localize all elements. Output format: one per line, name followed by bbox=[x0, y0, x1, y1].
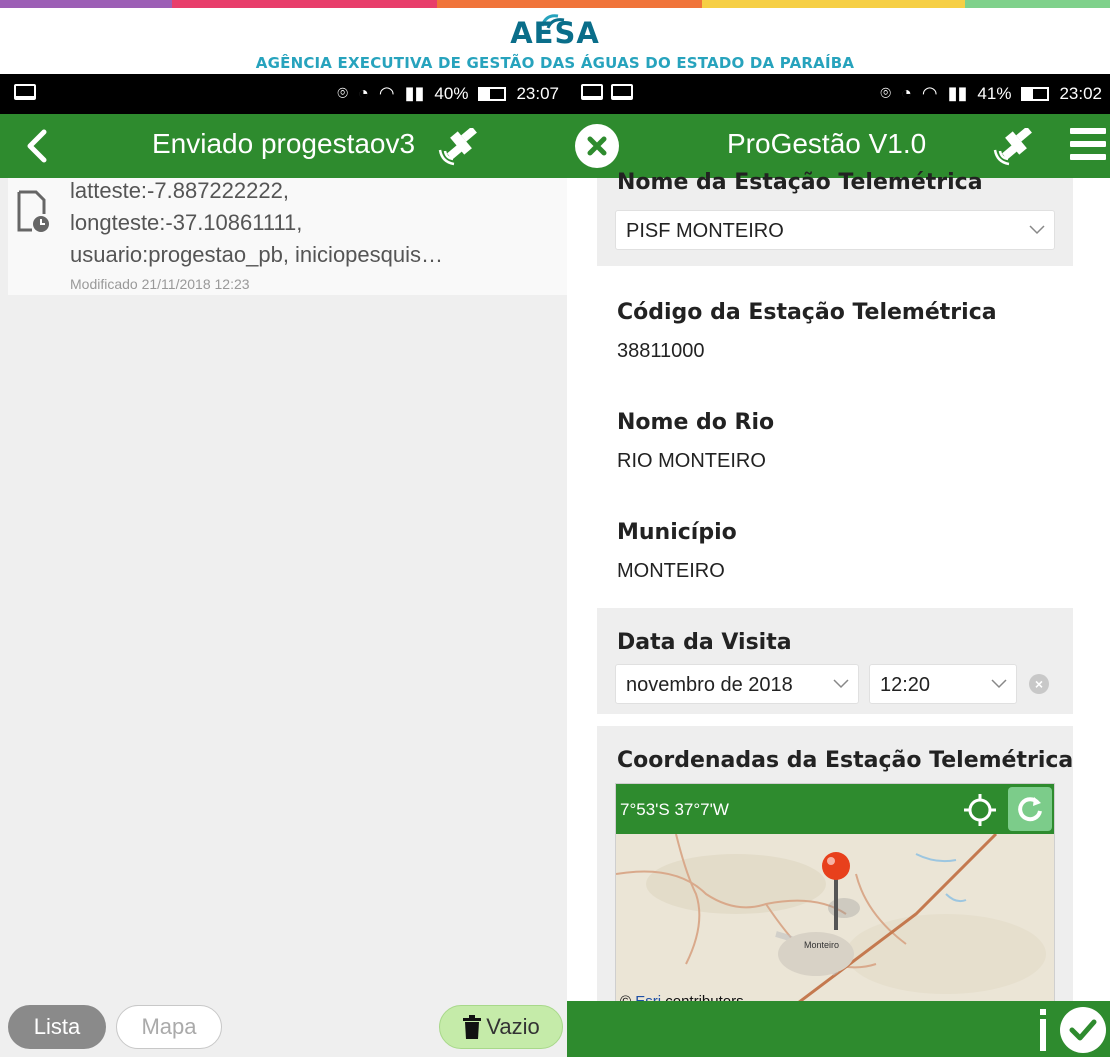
map-header: 7°53'S 37°7'W bbox=[616, 784, 1054, 834]
list-item[interactable]: latteste:-7.887222222, longteste:-37.108… bbox=[8, 178, 567, 295]
map-view-label: Mapa bbox=[141, 1014, 197, 1039]
refresh-button[interactable] bbox=[1008, 787, 1052, 831]
list-item-line3: usuario:progestao_pb, iniciopesquis… bbox=[70, 242, 444, 267]
status-bar: ⌾ ◔ ◠ ▮▮ 41% 23:02 bbox=[567, 74, 1110, 114]
city-value: MONTEIRO bbox=[617, 560, 725, 582]
river-value: RIO MONTEIRO bbox=[617, 450, 766, 472]
list-view-label: Lista bbox=[33, 1014, 81, 1039]
station-code-value: 38811000 bbox=[617, 340, 705, 362]
app-bar-title: Enviado progestaov3 bbox=[152, 128, 416, 159]
list-item-line2: longteste:-37.10861111, bbox=[70, 210, 303, 235]
signal-icon: ▮▮ bbox=[947, 83, 968, 103]
trash-icon bbox=[463, 1015, 482, 1039]
list-item-modified: Modificado 21/11/2018 12:23 bbox=[70, 276, 250, 292]
battery-percent: 41% bbox=[977, 83, 1012, 103]
app-bar: ProGestão V1.0 bbox=[567, 114, 1110, 178]
coords-label: Coordenadas da Estação Telemétrica bbox=[617, 748, 1074, 773]
map-canvas[interactable]: Monteiro © Esri contributors bbox=[616, 832, 1054, 1010]
chevron-left-icon[interactable] bbox=[22, 128, 52, 164]
close-circle-icon[interactable] bbox=[575, 124, 619, 168]
location-icon: ⌾ bbox=[337, 83, 349, 103]
map-pin-icon[interactable] bbox=[822, 852, 850, 880]
submit-check-button[interactable] bbox=[1060, 1007, 1106, 1053]
station-name-select[interactable]: PISF MONTEIRO bbox=[615, 210, 1055, 250]
map-view-button[interactable]: Mapa bbox=[116, 1005, 222, 1049]
alarm-icon: ◔ bbox=[358, 83, 369, 103]
screenshot-root: AESA AGÊNCIA EXECUTIVA DE GESTÃO DAS ÁGU… bbox=[0, 0, 1110, 1057]
app-bar: Enviado progestaov3 bbox=[0, 114, 567, 178]
refresh-icon bbox=[1018, 797, 1042, 822]
signal-icon: ▮▮ bbox=[404, 83, 425, 103]
logo-text: AESA bbox=[510, 16, 600, 50]
visit-time-select[interactable]: 12:20 bbox=[869, 664, 1017, 704]
wifi-icon: ◠ bbox=[921, 83, 938, 103]
battery-icon bbox=[1021, 86, 1050, 101]
left-screen: ⌾ ◔ ◠ ▮▮ 40% 23:07 Enviado progestaov3 l… bbox=[0, 74, 567, 1057]
location-icon: ⌾ bbox=[880, 83, 892, 103]
map-coords: 7°53'S 37°7'W bbox=[620, 800, 729, 819]
visit-date-value: novembro de 2018 bbox=[626, 674, 793, 696]
chevron-down-icon bbox=[833, 679, 849, 689]
station-name-value: PISF MONTEIRO bbox=[626, 220, 784, 242]
visit-time-value: 12:20 bbox=[880, 674, 931, 696]
station-code-label: Código da Estação Telemétrica bbox=[617, 300, 997, 325]
screen-cast-icon bbox=[611, 84, 633, 100]
status-bar: ⌾ ◔ ◠ ▮▮ 40% 23:07 bbox=[0, 74, 567, 114]
list-item-line1: latteste:-7.887222222, bbox=[70, 178, 289, 203]
clear-date-icon[interactable]: × bbox=[1029, 674, 1049, 694]
battery-percent: 40% bbox=[434, 83, 469, 103]
visit-date-select[interactable]: novembro de 2018 bbox=[615, 664, 859, 704]
map-tiles: Monteiro bbox=[616, 832, 1054, 1010]
empty-button[interactable]: Vazio bbox=[439, 1005, 563, 1049]
gps-target-icon[interactable] bbox=[962, 792, 998, 828]
wifi-icon: ◠ bbox=[378, 83, 395, 103]
satellite-icon[interactable] bbox=[991, 128, 1037, 168]
rainbow-strip bbox=[0, 0, 1110, 8]
screen-cast-icon bbox=[14, 84, 36, 100]
station-name-label: Nome da Estação Telemétrica bbox=[617, 170, 983, 195]
alarm-icon: ◔ bbox=[901, 83, 912, 103]
map-widget[interactable]: 7°53'S 37°7'W Monteiro bbox=[615, 783, 1055, 1011]
form-area: Nome da Estação Telemétrica PISF MONTEIR… bbox=[567, 170, 1110, 1011]
agency-subtitle: AGÊNCIA EXECUTIVA DE GESTÃO DAS ÁGUAS DO… bbox=[255, 54, 855, 72]
chevron-down-icon bbox=[991, 679, 1007, 689]
check-icon bbox=[1069, 1019, 1097, 1041]
river-label: Nome do Rio bbox=[617, 410, 775, 435]
right-bottom-bar bbox=[567, 1001, 1110, 1057]
right-screen: ⌾ ◔ ◠ ▮▮ 41% 23:02 ProGestão V1.0 Nome d… bbox=[567, 74, 1110, 1057]
satellite-icon[interactable] bbox=[436, 128, 482, 168]
app-bar-title: ProGestão V1.0 bbox=[727, 128, 927, 159]
aesa-logo-header: AESA AGÊNCIA EXECUTIVA DE GESTÃO DAS ÁGU… bbox=[0, 8, 1110, 74]
info-icon[interactable] bbox=[1038, 1009, 1048, 1051]
hamburger-menu-icon[interactable] bbox=[1070, 128, 1106, 164]
empty-label: Vazio bbox=[486, 1014, 540, 1039]
clock: 23:02 bbox=[1059, 83, 1102, 103]
visit-date-label: Data da Visita bbox=[617, 630, 792, 655]
chevron-down-icon bbox=[1029, 225, 1045, 235]
screen-cast-icon bbox=[581, 84, 603, 100]
close-icon bbox=[587, 136, 607, 156]
city-label: Município bbox=[617, 520, 737, 545]
map-place-label: Monteiro bbox=[804, 940, 839, 950]
left-bottom-bar: Lista Mapa Vazio bbox=[0, 997, 567, 1057]
list-view-button[interactable]: Lista bbox=[8, 1005, 106, 1049]
clock: 23:07 bbox=[516, 83, 559, 103]
document-clock-icon bbox=[17, 190, 49, 232]
battery-icon bbox=[478, 86, 507, 101]
